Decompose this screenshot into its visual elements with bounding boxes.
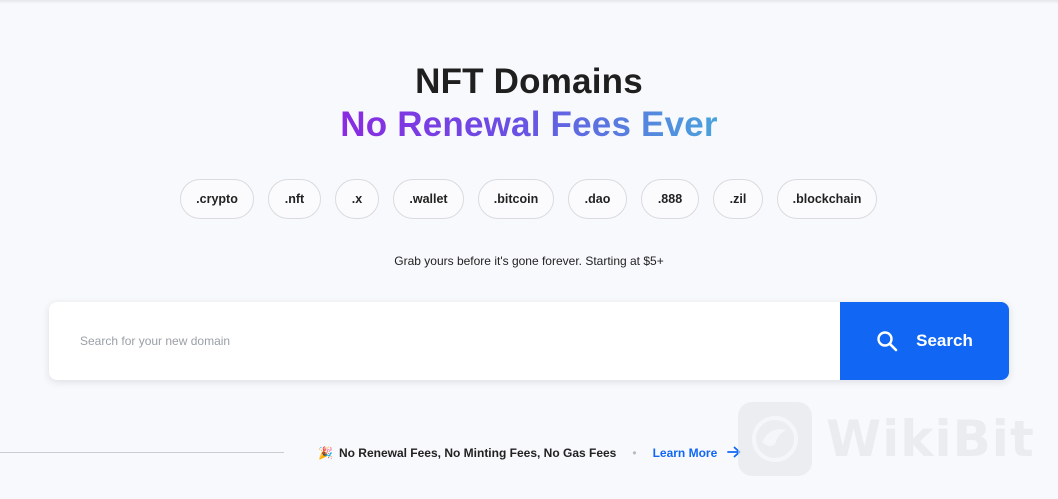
- divider: [0, 452, 284, 453]
- dot-separator: •: [632, 446, 637, 460]
- extension-pill-crypto[interactable]: .crypto: [180, 179, 254, 219]
- search-input[interactable]: [49, 302, 840, 380]
- benefits-banner: 🎉 No Renewal Fees, No Minting Fees, No G…: [318, 444, 741, 462]
- wikibit-logo-icon: [738, 402, 812, 476]
- extension-pill-x[interactable]: .x: [335, 179, 379, 219]
- search-button[interactable]: Search: [840, 302, 1009, 380]
- page-subtitle: No Renewal Fees Ever: [0, 105, 1058, 145]
- page-title: NFT Domains: [415, 62, 643, 101]
- search-bar: Search: [49, 302, 1009, 380]
- watermark-text: WikiBit: [826, 410, 1035, 468]
- extension-pill-bitcoin[interactable]: .bitcoin: [478, 179, 554, 219]
- subtitle-gradient-text: No Renewal Fees Ever: [340, 105, 718, 144]
- extension-pill-dao[interactable]: .dao: [568, 179, 627, 219]
- learn-more-label: Learn More: [652, 446, 718, 460]
- extension-pill-blockchain[interactable]: .blockchain: [777, 179, 877, 219]
- search-button-label: Search: [916, 331, 973, 350]
- benefits-text: No Renewal Fees, No Minting Fees, No Gas…: [338, 446, 617, 460]
- tagline: Grab yours before it's gone forever. Sta…: [394, 254, 664, 268]
- learn-more-link[interactable]: Learn More: [653, 446, 742, 461]
- search-icon: [876, 330, 898, 352]
- extension-pill-888[interactable]: .888: [641, 179, 699, 219]
- extension-pill-zil[interactable]: .zil: [713, 179, 763, 219]
- extension-pill-nft[interactable]: .nft: [268, 179, 321, 219]
- watermark: WikiBit: [738, 402, 1035, 476]
- extension-pill-wallet[interactable]: .wallet: [393, 179, 464, 219]
- party-popper-icon: 🎉: [318, 446, 333, 460]
- top-shadow: [0, 0, 1058, 4]
